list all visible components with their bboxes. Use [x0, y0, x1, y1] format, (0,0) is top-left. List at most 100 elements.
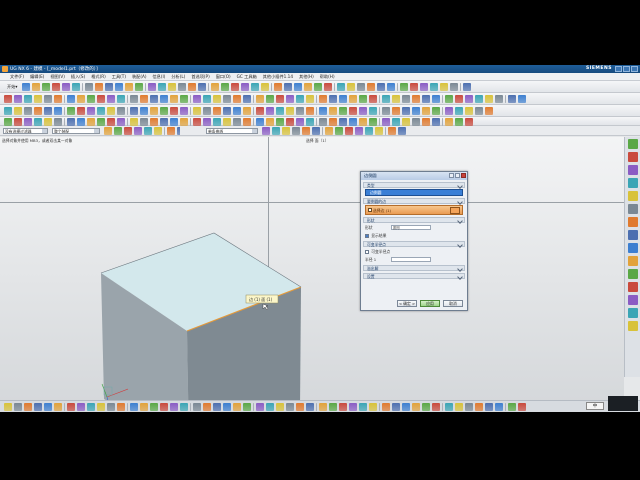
- ok-button[interactable]: < 确定 >: [397, 300, 417, 307]
- apply-button[interactable]: 应用: [420, 300, 440, 307]
- toolbar-tool-icon[interactable]: [231, 83, 240, 91]
- toolbar-tool-icon[interactable]: [382, 95, 390, 103]
- toolbar-tool-icon[interactable]: [495, 95, 503, 103]
- toolbar-tool-icon[interactable]: [329, 107, 337, 115]
- cancel-button[interactable]: 取消: [443, 300, 463, 307]
- toolbar-tool-icon[interactable]: [180, 107, 188, 115]
- toolbar-tool-icon[interactable]: [302, 127, 310, 135]
- toolbar-tool-icon[interactable]: [422, 107, 430, 115]
- toolbar-tool-icon[interactable]: [203, 95, 211, 103]
- toolbar-tool-icon[interactable]: [319, 403, 327, 411]
- toolbar-tool-icon[interactable]: [67, 403, 75, 411]
- toolbar-tool-icon[interactable]: [339, 95, 347, 103]
- toolbar-tool-icon[interactable]: [355, 127, 363, 135]
- edge-pick-icon[interactable]: [450, 207, 460, 214]
- toolbar-tool-icon[interactable]: [369, 403, 377, 411]
- toolbar-tool-icon[interactable]: [97, 403, 105, 411]
- toolbar-tool-icon[interactable]: [77, 107, 85, 115]
- menu-analysis[interactable]: 分析(L): [171, 74, 185, 80]
- toolbar-tool-icon[interactable]: [160, 118, 168, 126]
- toolbar-tool-icon[interactable]: [4, 118, 12, 126]
- toolbar-tool-icon[interactable]: [24, 403, 32, 411]
- toolbar-tool-icon[interactable]: [107, 95, 115, 103]
- toolbar-tool-icon[interactable]: [42, 83, 51, 91]
- toolbar-tool-icon[interactable]: [508, 403, 516, 411]
- toolbar-tool-icon[interactable]: [213, 107, 221, 115]
- toolbar-tool-icon[interactable]: [233, 107, 241, 115]
- toolbar-tool-icon[interactable]: [276, 107, 284, 115]
- toolbar-tool-icon[interactable]: [382, 118, 390, 126]
- menu-plugins[interactable]: 其他小插件1.14: [263, 74, 293, 80]
- resource-bar-tab-icon[interactable]: [628, 282, 638, 292]
- toolbar-tool-icon[interactable]: [130, 107, 138, 115]
- toolbar-tool-icon[interactable]: [203, 107, 211, 115]
- toolbar-tool-icon[interactable]: [150, 403, 158, 411]
- reset-icon[interactable]: [449, 173, 454, 178]
- toolbar-tool-icon[interactable]: [107, 403, 115, 411]
- toolbar-tool-icon[interactable]: [367, 83, 376, 91]
- toolbar-tool-icon[interactable]: [44, 403, 52, 411]
- toolbar-tool-icon[interactable]: [276, 403, 284, 411]
- toolbar-tool-icon[interactable]: [44, 95, 52, 103]
- resource-bar-tab-icon[interactable]: [628, 230, 638, 240]
- menu-insert[interactable]: 插入(S): [71, 74, 85, 80]
- toolbar-tool-icon[interactable]: [87, 95, 95, 103]
- toolbar-tool-icon[interactable]: [107, 118, 115, 126]
- toolbar-tool-icon[interactable]: [243, 403, 251, 411]
- toolbar-tool-icon[interactable]: [455, 403, 463, 411]
- toolbar-tool-icon[interactable]: [266, 107, 274, 115]
- toolbar-tool-icon[interactable]: [243, 107, 251, 115]
- toolbar-tool-icon[interactable]: [266, 118, 274, 126]
- menu-tools[interactable]: 工具(T): [112, 74, 126, 80]
- toolbar-tool-icon[interactable]: [420, 83, 429, 91]
- menu-file[interactable]: 文件(F): [10, 74, 24, 80]
- toolbar-tool-icon[interactable]: [4, 403, 12, 411]
- toolbar-tool-icon[interactable]: [130, 118, 138, 126]
- toolbar-tool-icon[interactable]: [160, 403, 168, 411]
- toolbar-tool-icon[interactable]: [117, 118, 125, 126]
- menu-gc-toolkit[interactable]: GC 工具箱: [237, 74, 257, 80]
- toolbar-tool-icon[interactable]: [193, 118, 201, 126]
- section-overflow[interactable]: 溢出解: [363, 265, 465, 271]
- toolbar-tool-icon[interactable]: [67, 95, 75, 103]
- toolbar-tool-icon[interactable]: [223, 107, 231, 115]
- toolbar-tool-icon[interactable]: [72, 83, 81, 91]
- toolbar-tool-icon[interactable]: [276, 118, 284, 126]
- toolbar-tool-icon[interactable]: [347, 83, 356, 91]
- toolbar-tool-icon[interactable]: [518, 403, 526, 411]
- toolbar-tool-icon[interactable]: [495, 403, 503, 411]
- radius-input[interactable]: [391, 257, 431, 262]
- toolbar-tool-icon[interactable]: [34, 107, 42, 115]
- toolbar-tool-icon[interactable]: [251, 83, 260, 91]
- toolbar-tool-icon[interactable]: [392, 118, 400, 126]
- resource-bar-tab-icon[interactable]: [628, 321, 638, 331]
- toolbar-tool-icon[interactable]: [402, 403, 410, 411]
- toolbar-tool-icon[interactable]: [170, 107, 178, 115]
- toolbar-tool-icon[interactable]: [160, 95, 168, 103]
- toolbar-tool-icon[interactable]: [130, 95, 138, 103]
- toolbar-tool-icon[interactable]: [44, 118, 52, 126]
- section-type[interactable]: 类型: [363, 182, 465, 188]
- toolbar-tool-icon[interactable]: [329, 95, 337, 103]
- toolbar-tool-icon[interactable]: [445, 118, 453, 126]
- toolbar-tool-icon[interactable]: [402, 107, 410, 115]
- toolbar-tool-icon[interactable]: [412, 95, 420, 103]
- toolbar-tool-icon[interactable]: [296, 403, 304, 411]
- toolbar-tool-icon[interactable]: [296, 95, 304, 103]
- menu-assembly[interactable]: 装配(A): [132, 74, 147, 80]
- menu-edit[interactable]: 编辑(E): [30, 74, 44, 80]
- toolbar-tool-icon[interactable]: [117, 107, 125, 115]
- toolbar-tool-icon[interactable]: [314, 83, 323, 91]
- toolbar-tool-icon[interactable]: [14, 95, 22, 103]
- toolbar-tool-icon[interactable]: [375, 127, 383, 135]
- toolbar-tool-icon[interactable]: [382, 107, 390, 115]
- toolbar-tool-icon[interactable]: [87, 118, 95, 126]
- toolbar-tool-icon[interactable]: [357, 83, 366, 91]
- toolbar-tool-icon[interactable]: [266, 95, 274, 103]
- toolbar-tool-icon[interactable]: [77, 403, 85, 411]
- toolbar-tool-icon[interactable]: [450, 83, 459, 91]
- toolbar-tool-icon[interactable]: [422, 118, 430, 126]
- toolbar-tool-icon[interactable]: [345, 127, 353, 135]
- toolbar-tool-icon[interactable]: [24, 118, 32, 126]
- toolbar-tool-icon[interactable]: [144, 127, 152, 135]
